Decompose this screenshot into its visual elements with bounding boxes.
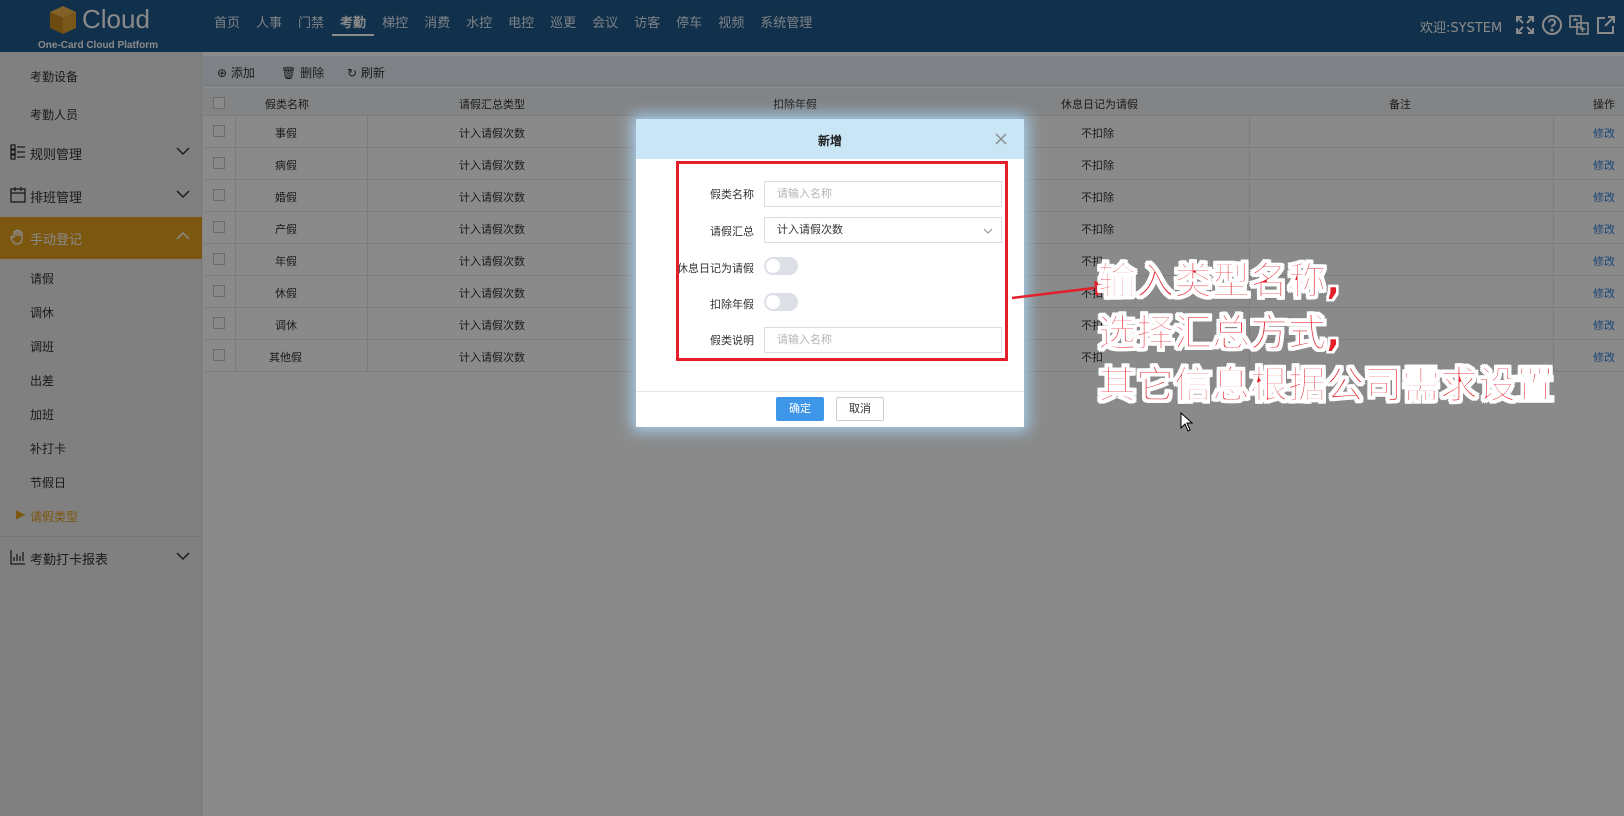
- dialog-title: 新增: [817, 134, 842, 148]
- cancel-button[interactable]: 取消: [836, 397, 884, 421]
- confirm-button[interactable]: 确定: [776, 397, 824, 421]
- annotation-line-3: 其它信息根据公司需求设置: [1097, 363, 1555, 408]
- mouse-cursor-icon: [1180, 412, 1194, 432]
- highlight-box: [676, 161, 1008, 361]
- close-icon[interactable]: [991, 129, 1011, 149]
- dialog-header: 新增: [636, 119, 1024, 159]
- annotation-line-2: 选择汇总方式,: [1097, 311, 1341, 356]
- annotation-line-1: 输入类型名称,: [1097, 259, 1341, 304]
- dialog-footer-divider: [636, 391, 1024, 392]
- add-leave-type-dialog: 新增 假类名称 请假汇总 计入请假次数 休息日记为请假 扣除年假 假类说明 确定…: [636, 119, 1024, 427]
